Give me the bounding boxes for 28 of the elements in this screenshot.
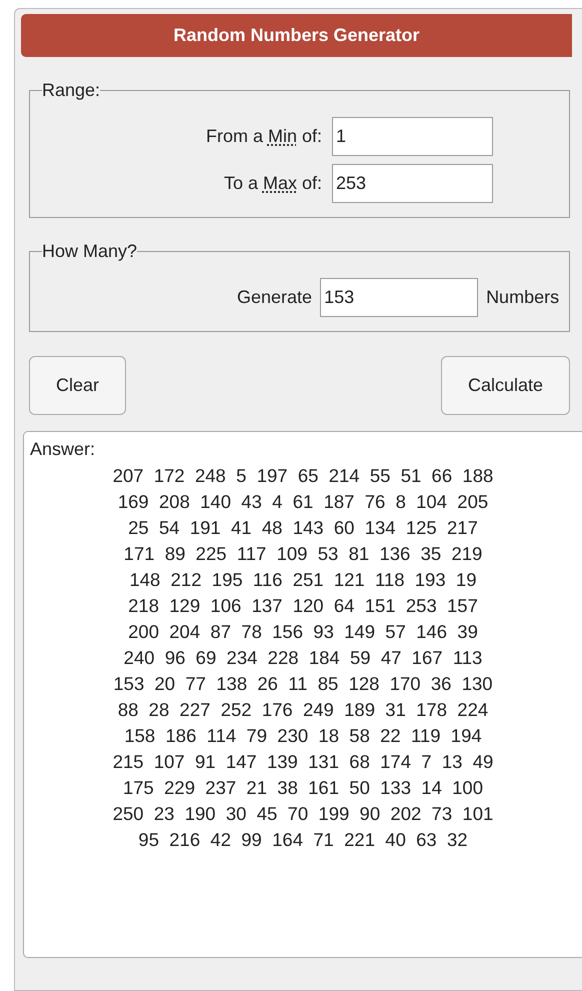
result-numbers: 148 212 195 116 251 121 118 193 19 (128, 568, 478, 592)
number-input[interactable]: 253 (332, 164, 493, 203)
generator-title: Random Numbers Generator (21, 14, 572, 57)
number-input[interactable]: 1 (332, 117, 493, 156)
count-input[interactable]: 153 (320, 278, 478, 317)
result-numbers: 88 28 227 252 176 249 189 31 178 224 (116, 698, 490, 722)
unit-label: Numbers (486, 286, 560, 309)
result-numbers: 95 216 42 99 164 71 221 40 63 32 (137, 828, 469, 852)
result-numbers: 250 23 190 30 45 70 199 90 202 73 101 (112, 802, 494, 826)
calculate-button[interactable]: Calculate (440, 356, 570, 415)
result-numbers: 240 96 69 234 228 184 59 47 167 113 (122, 646, 484, 670)
field-label: From a Min of: (206, 125, 322, 148)
result-numbers: 25 54 191 41 48 143 60 134 125 217 (127, 516, 479, 540)
clear-button[interactable]: Clear (29, 356, 126, 415)
result-numbers: 158 186 114 79 230 18 58 22 119 194 (123, 724, 483, 748)
result-numbers: 153 20 77 138 26 11 85 128 170 36 130 (112, 672, 494, 696)
fieldset-legend: How Many? (42, 242, 138, 260)
result-numbers: 175 229 237 21 38 161 50 133 14 100 (122, 776, 484, 800)
field-label: Generate (237, 286, 312, 309)
result-numbers: 200 204 87 78 156 93 149 57 146 39 (127, 620, 479, 644)
result-numbers: 215 107 91 147 139 131 68 174 7 13 49 (112, 750, 494, 774)
result-numbers: 218 129 106 137 120 64 151 253 157 (127, 594, 479, 618)
result-numbers: 171 89 225 117 109 53 81 136 35 219 (122, 542, 484, 566)
result-numbers: 169 208 140 43 4 61 187 76 8 104 205 (116, 490, 490, 514)
fieldset-legend: Range: (42, 81, 100, 99)
result-numbers: 207 172 248 5 197 65 214 55 51 66 188 (112, 464, 494, 488)
answer-label: Answer: (30, 438, 96, 461)
field-label: To a Max of: (224, 172, 322, 195)
